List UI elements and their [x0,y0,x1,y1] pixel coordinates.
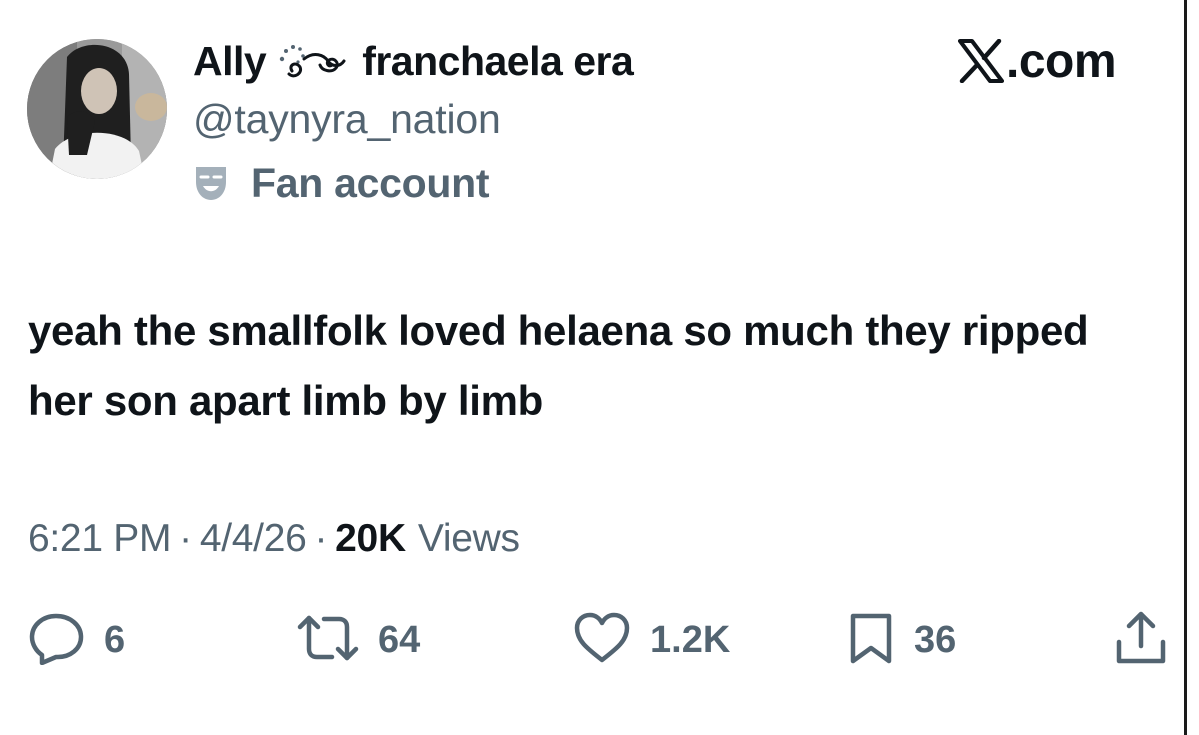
tweet-date[interactable]: 4/4/26 [200,517,307,561]
heart-icon [572,611,632,670]
account-label-text: Fan account [251,159,490,206]
share-button[interactable] [1113,610,1169,670]
display-name-end: franchaela era [362,37,634,84]
like-count: 1.2K [650,618,731,661]
reply-count: 6 [104,618,126,661]
reply-button[interactable]: 6 [28,610,125,670]
meta-separator: · [179,517,192,560]
tweet-meta: 6:21 PM · 4/4/26 · 20K Views [28,514,520,564]
display-name[interactable]: Ally franchaela era [193,36,634,86]
user-handle[interactable]: @taynyra_nation [193,94,501,144]
bookmark-count: 36 [914,618,957,661]
bookmark-button[interactable]: 36 [846,610,956,670]
views-count: 20K [335,517,406,560]
source-site: .com [958,33,1117,89]
repost-icon [296,613,360,668]
reply-icon [28,611,86,670]
swirl-icon [278,41,352,81]
views-label: Views [417,517,520,560]
theater-mask-icon [193,164,229,202]
avatar[interactable] [27,39,167,179]
action-bar: 6 64 1.2K 36 [0,610,1199,670]
share-icon [1113,610,1169,671]
like-button[interactable]: 1.2K [572,610,730,670]
repost-count: 64 [378,618,421,661]
tweet-text: yeah the smallfolk loved helaena so much… [28,307,1089,424]
bookmark-icon [846,611,896,670]
source-site-text: .com [1006,34,1117,88]
x-logo-icon [958,39,1004,83]
tweet-time[interactable]: 6:21 PM [28,517,171,561]
avatar-photo [27,39,167,179]
display-name-start: Ally [193,37,267,84]
account-label: Fan account [193,158,489,208]
repost-button[interactable]: 64 [296,610,420,670]
meta-separator: · [314,517,328,560]
